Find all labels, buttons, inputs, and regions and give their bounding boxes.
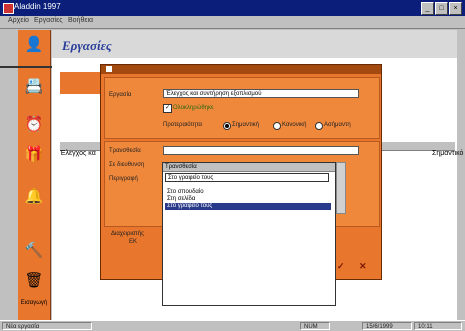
app-icon [3, 3, 14, 14]
dropdown-scrollbar[interactable] [336, 162, 346, 214]
priority-low-radio[interactable] [315, 122, 323, 130]
address-book-icon[interactable]: 📇 [24, 78, 44, 96]
menu-bar: Αρχείο Εργασίες Βοήθεια [0, 16, 465, 29]
priority-label: Προτεραιότητα [163, 122, 202, 128]
main-header: Εργασίες [52, 30, 457, 58]
user-icon[interactable]: 👤 [24, 36, 44, 54]
num-indicator: NUM [300, 322, 330, 330]
dropdown-option-selected[interactable]: Στο γραφείο τους [165, 203, 331, 210]
dropdown-option[interactable]: Στη σελίδα [165, 196, 331, 203]
menu-file[interactable]: Αρχείο [8, 17, 29, 24]
ok-button[interactable]: ✓ [337, 261, 345, 272]
alarm-clock-icon[interactable]: ⏰ [24, 116, 44, 134]
tools-icon[interactable]: 🔨 [24, 242, 44, 260]
dropdown-option[interactable]: Στο σπουδαίο [165, 189, 331, 196]
sidebar: 👤 📇 ⏰ 🎁 🔔 🔨 🗑 Εισαγωγή [18, 30, 51, 320]
trash-icon[interactable]: 🗑 [24, 272, 44, 290]
gift-icon[interactable]: 🎁 [24, 146, 44, 164]
dropdown-selected[interactable]: Στο γραφείο τους [165, 173, 329, 182]
sidebar-bottom-label: Εισαγωγή [20, 300, 48, 306]
page-title: Εργασίες [62, 38, 112, 53]
minimize-button[interactable]: _ [421, 2, 434, 15]
menu-help[interactable]: Βοήθεια [68, 17, 93, 24]
status-date: 15/6/1999 [362, 322, 412, 330]
list-item-label: Έλεγχος κα [60, 150, 96, 157]
manager-label: Διαχειριστής [111, 231, 145, 237]
done-label: Ολοκληρώθηκε [173, 105, 214, 111]
list-item[interactable]: Έλεγχος κα [60, 150, 96, 157]
dropdown-header: Τρανσθεσία [163, 163, 335, 172]
close-button[interactable]: × [449, 2, 462, 15]
priority-normal-radio[interactable] [273, 122, 281, 130]
priority-high-radio[interactable] [223, 122, 231, 130]
recipient-label: Σε διευθυνση [109, 162, 145, 168]
bell-icon[interactable]: 🔔 [24, 188, 44, 206]
manager-sub: ΕΚ [129, 239, 138, 245]
deadline-dropdown: Τρανσθεσία Στο γραφείο τους Στο σπουδαίο… [162, 162, 336, 306]
list-item-priority: Σημαντικό [432, 150, 464, 157]
menu-tasks[interactable]: Εργασίες [34, 17, 63, 24]
done-checkbox[interactable]: ✓ [163, 104, 172, 113]
deadline-input[interactable] [163, 146, 359, 155]
divider [0, 66, 52, 68]
task-panel: Εργασία Έλεγχος και συντήρηση εξοπλισμού… [104, 77, 380, 139]
status-bar: Νέα εργασία NUM 15/6/1999 10:11 [0, 320, 465, 331]
task-label: Εργασία [109, 92, 132, 98]
status-time: 10:11 [414, 322, 462, 330]
status-text: Νέα εργασία [2, 322, 92, 330]
priority-normal-label: Κανονική [282, 122, 307, 128]
task-input[interactable]: Έλεγχος και συντήρηση εξοπλισμού [163, 89, 359, 98]
dialog-title-bar [101, 65, 381, 74]
cancel-button[interactable]: ✕ [359, 261, 367, 272]
deadline-label: Τρανσθεσία [109, 148, 141, 154]
maximize-button[interactable]: □ [435, 2, 448, 15]
window-title: Aladdin 1997 [14, 2, 61, 11]
dialog-close-icon[interactable] [106, 66, 112, 72]
priority-low-label: Ασήμαντη [324, 122, 351, 128]
description-label: Περιγραφή [109, 176, 138, 182]
priority-high-label: Σημαντική [232, 122, 260, 128]
title-bar: Aladdin 1997 _ □ × [0, 0, 465, 16]
